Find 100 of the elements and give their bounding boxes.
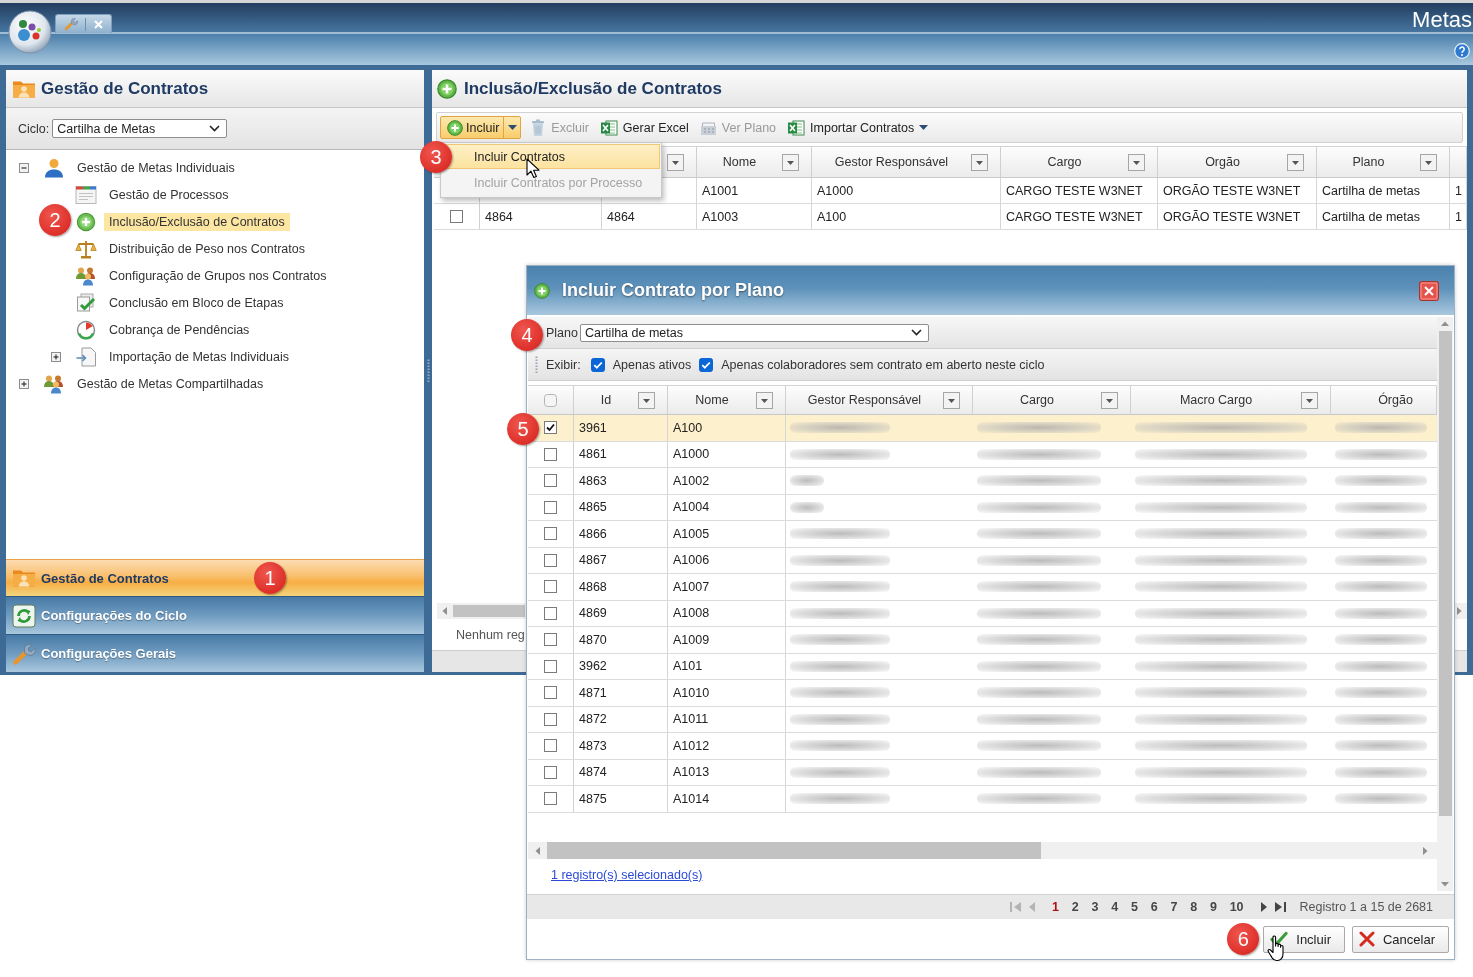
scroll-up-icon[interactable] [1441,320,1449,328]
tree-item[interactable]: Gestão de Metas Individuais [72,158,240,177]
checkbox[interactable] [590,357,605,372]
grip-dots-icon[interactable] [426,359,430,383]
tree-item[interactable]: Gestão de Processos [104,185,234,204]
minus-square-icon[interactable] [19,162,29,173]
grip-dots-icon[interactable] [535,355,538,374]
logo-icon[interactable] [8,10,52,54]
table-row[interactable]: 4872 A1011 [528,706,1437,733]
checkbox[interactable] [544,712,557,726]
scrollbar-thumb[interactable] [1438,331,1452,816]
checkbox[interactable] [544,686,557,700]
checkbox[interactable] [544,739,557,753]
close-icon[interactable] [1419,280,1439,301]
checkbox[interactable] [544,606,557,620]
checkbox[interactable] [544,500,557,514]
table-row[interactable]: 4870 A1009 [528,627,1437,654]
checkbox[interactable] [544,421,557,435]
toolbar-button[interactable]: Importar Contratos [785,116,931,139]
page-link[interactable]: 9 [1209,900,1217,914]
checkbox[interactable] [699,357,714,372]
scrollbar-thumb[interactable] [453,605,525,617]
column-header[interactable]: Plano [1317,147,1450,177]
step-badge: 3 [420,141,452,173]
toolbar-button[interactable]: Gerar Excel [597,116,691,139]
table-row[interactable]: 4871 A1010 [528,680,1437,707]
checkbox[interactable] [544,553,557,567]
tree-item[interactable]: Configuração de Grupos nos Contratos [104,266,332,285]
page-link[interactable]: 5 [1130,900,1138,914]
checkbox[interactable] [544,527,557,541]
page-link[interactable]: 10 [1229,900,1244,914]
page-link[interactable]: 1 [1051,900,1059,914]
spreadsheet-icon [599,118,618,137]
column-header[interactable]: Id [574,386,668,414]
scroll-left-icon[interactable] [533,846,542,855]
table-row[interactable]: 4863 A1002 [528,468,1437,495]
checkbox[interactable] [544,792,557,806]
filter-label: Exibir: [546,357,581,372]
building-icon [699,119,717,136]
tree-item[interactable]: Inclusão/Exclusão de Contratos [104,212,290,231]
cycle-select[interactable]: Cartilha de Metas [52,119,228,138]
table-row[interactable]: 4861 A1000 [528,441,1437,468]
plus-square-icon[interactable] [51,351,61,362]
table-row[interactable]: 4868 A1007 [528,574,1437,601]
table-cell: 4863 [574,468,668,494]
caret-down-icon[interactable] [508,125,518,130]
caret-down-icon[interactable] [919,125,929,130]
checkbox[interactable] [544,633,557,647]
column-header[interactable]: Cargo [1001,147,1158,177]
split-button[interactable]: Incluir [440,116,522,139]
confirm-button[interactable]: Incluir [1263,925,1345,953]
page-link[interactable]: 4 [1111,900,1119,914]
checkbox[interactable] [544,765,557,779]
column-header[interactable]: Cargo [973,386,1131,414]
tree-item[interactable]: Distribuição de Peso nos Contratos [104,239,310,258]
table-row[interactable]: 4874 A1013 [528,759,1437,786]
table-row[interactable]: 4873 A1012 [528,733,1437,760]
table-cell: 4868 [574,574,668,600]
column-header[interactable]: Gestor Responsável [786,386,973,414]
plan-label: Plano [546,325,578,340]
scroll-down-icon[interactable] [1441,880,1449,888]
table-row[interactable]: 4875 A1014 [528,786,1437,813]
column-header[interactable]: Gestor Responsável [812,147,1001,177]
scrollbar-thumb[interactable] [547,842,1041,859]
document-list-icon [75,184,97,205]
checkbox[interactable] [544,447,557,461]
table-row[interactable]: 3962 A101 [528,653,1437,680]
table-row[interactable]: 4866 A1005 [528,521,1437,548]
page-link[interactable]: 2 [1071,900,1079,914]
tree-item[interactable]: Conclusão em Bloco de Etapas [104,293,289,312]
selection-link[interactable]: 1 registro(s) selecionado(s) [551,868,703,882]
app-title: Metas [1412,8,1472,32]
checkbox[interactable] [544,659,557,673]
tree-item[interactable]: Importação de Metas Individuais [104,347,294,366]
table-row[interactable]: 4869 A1008 [528,600,1437,627]
page-link[interactable]: 7 [1170,900,1178,914]
checkbox[interactable] [544,474,557,488]
page-link[interactable]: 3 [1091,900,1099,914]
page-link[interactable]: 8 [1190,900,1198,914]
checkbox[interactable] [544,580,557,594]
cancel-button[interactable]: Cancelar [1351,925,1449,953]
scroll-right-icon[interactable] [1455,607,1463,615]
last-page-icon[interactable] [1274,901,1286,913]
tree-item[interactable]: Cobrança de Pendências [104,320,255,339]
column-header[interactable]: Orgão [1158,147,1317,177]
table-row[interactable]: 4865 A1004 [528,494,1437,521]
plus-square-icon[interactable] [19,378,29,389]
checkbox[interactable] [450,210,463,223]
table-row[interactable]: 4867 A1006 [528,547,1437,574]
page-link[interactable]: 6 [1150,900,1158,914]
column-header[interactable]: Nome [668,386,786,414]
tree-item[interactable]: Gestão de Metas Compartilhadas [72,374,269,393]
scroll-right-icon[interactable] [1421,846,1429,855]
help-icon[interactable] [1454,43,1470,59]
plan-select[interactable]: Cartilha de metas [580,323,929,342]
column-header[interactable]: Macro Cargo [1131,386,1331,414]
checkbox[interactable] [544,393,557,407]
column-header[interactable]: Nome [697,147,812,177]
next-page-icon[interactable] [1258,901,1269,913]
scroll-left-icon[interactable] [441,607,449,615]
